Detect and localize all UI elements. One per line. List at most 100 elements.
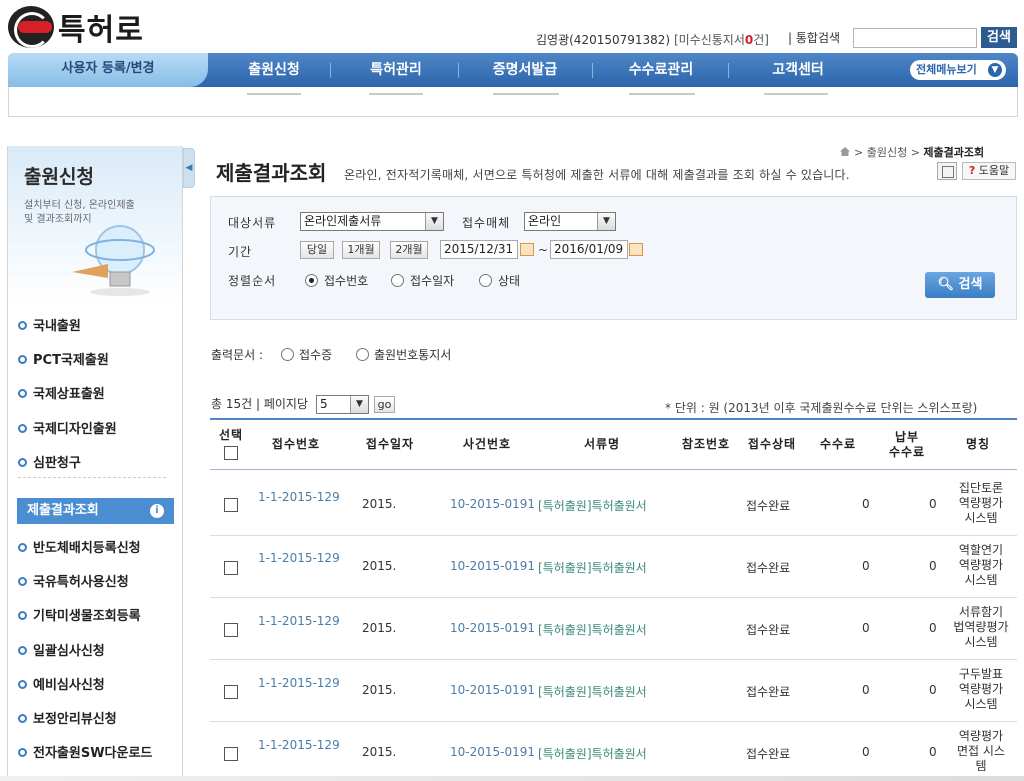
doc-name-link[interactable]: [특허출원]특허출원서 [538,621,647,638]
output-receipt-radio[interactable] [281,348,294,361]
per-page-value: 5 [320,397,328,411]
bullet-ring-icon [18,714,27,723]
nav-item-patent-management[interactable]: 특허관리 [344,53,448,87]
all-menu-button[interactable]: 전체메뉴보기 ▼ [910,60,1006,80]
period-today-button[interactable]: 당일 [300,241,334,259]
column-header-case-no[interactable]: 사건번호 [447,437,527,452]
go-button[interactable]: go [374,396,395,413]
column-header-date[interactable]: 접수일자 [352,437,428,452]
column-header-doc-name[interactable]: 서류명 [560,437,644,452]
home-icon[interactable] [840,147,850,156]
sort-date-radio[interactable] [391,274,404,287]
column-header-title[interactable]: 명칭 [950,437,1006,452]
receipt-status: 접수완료 [746,561,791,575]
sidebar-item-state-patent[interactable]: 국유특허사용신청 [18,571,129,590]
filter-search-button[interactable]: 🔍︎ 검색 [925,272,995,298]
case-no-link[interactable]: 10-2015-0191 [450,683,535,697]
column-header-status[interactable]: 접수상태 [740,437,804,452]
media-value: 온라인 [528,214,562,228]
media-label: 접수매체 [462,216,511,230]
media-select[interactable]: 온라인 ▼ [524,212,616,231]
global-search-label: | 통합검색 [788,31,841,45]
sidebar-item-pct[interactable]: PCT국제출원 [18,349,109,368]
sidebar-item-intl-design[interactable]: 국제디자인출원 [18,418,117,437]
page-description: 온라인, 전자적기록매체, 서면으로 특허청에 제출한 서류에 대해 제출결과를… [344,168,850,182]
date-to-input[interactable]: 2016/01/09 [550,240,628,259]
receipt-no-link[interactable]: 1-1-2015-129 [258,738,340,752]
nav-item-application[interactable]: 출원신청 [222,53,326,87]
select-all-checkbox[interactable] [224,446,238,460]
sidebar-item-label: PCT국제출원 [33,353,109,368]
application-title: 서류함기 법역량평가 시스템 [953,605,1009,649]
nav-item-certificate[interactable]: 증명서발급 [468,53,582,87]
sidebar-item-sw-download[interactable]: 전자출원SW다운로드 [18,742,152,761]
unread-notice-count[interactable]: 0 [745,33,753,47]
row-divider [210,721,1017,722]
case-no-link[interactable]: 10-2015-0191 [450,497,535,511]
chevron-down-icon: ▼ [597,213,615,230]
doc-name-link[interactable]: [특허출원]특허출원서 [538,559,647,576]
help-button[interactable]: ? 도움말 [962,162,1016,180]
doc-type-select[interactable]: 온라인제출서류 ▼ [300,212,444,231]
receipt-no-link[interactable]: 1-1-2015-129 [258,490,340,504]
receipt-status: 접수완료 [746,747,791,761]
receipt-no-link[interactable]: 1-1-2015-129 [258,551,340,565]
sub-nav-bar [8,87,1018,117]
logo[interactable]: 특허로 [8,6,158,48]
print-icon[interactable] [937,162,957,180]
sidebar-header: 출원신청 설치부터 신청, 온라인제출 및 결과조회까지 [8,146,182,301]
sidebar-item-amendment-review[interactable]: 보정안리뷰신청 [18,708,117,727]
case-no-link[interactable]: 10-2015-0191 [450,621,535,635]
doc-name-link[interactable]: [특허출원]특허출원서 [538,683,647,700]
calendar-icon[interactable] [520,243,534,256]
sidebar-item-trial[interactable]: 심판청구 [18,452,81,471]
chevron-down-icon: ▼ [425,213,443,230]
breadcrumb-item[interactable]: 출원신청 [867,146,907,159]
sort-receipt-no-radio[interactable] [305,274,318,287]
per-page-select[interactable]: 5 ▼ [316,395,369,414]
period-2month-button[interactable]: 2개월 [390,241,428,259]
sidebar-item-microorganism[interactable]: 기탁미생물조회등록 [18,605,141,624]
case-no-link[interactable]: 10-2015-0191 [450,559,535,573]
sidebar-collapse-icon[interactable]: ◀ [183,148,195,188]
bottom-scroll-edge [0,776,1024,781]
calendar-icon[interactable] [629,243,643,256]
doc-name-link[interactable]: [특허출원]특허출원서 [538,497,647,514]
column-header-fee[interactable]: 수수료 [812,437,864,452]
row-checkbox[interactable] [224,498,238,512]
row-checkbox[interactable] [224,747,238,761]
date-from-input[interactable]: 2015/12/31 [440,240,518,259]
sidebar-item-label: 일괄심사신청 [33,644,105,659]
output-number-notice-radio[interactable] [356,348,369,361]
sidebar-item-batch-exam[interactable]: 일괄심사신청 [18,640,105,659]
logo-text: 특허로 [58,13,144,48]
column-header-ref-no[interactable]: 참조번호 [674,437,738,452]
row-checkbox[interactable] [224,561,238,575]
sidebar-item-preliminary-exam[interactable]: 예비심사신청 [18,674,105,693]
nav-item-fee-management[interactable]: 수수료관리 [604,53,718,87]
receipt-status: 접수완료 [746,623,791,637]
question-icon: ? [968,164,976,177]
receipt-date: 2015. [362,497,397,511]
receipt-no-link[interactable]: 1-1-2015-129 [258,614,340,628]
period-1month-button[interactable]: 1개월 [342,241,380,259]
column-header-receipt-no[interactable]: 접수번호 [258,437,334,452]
unread-notice-label[interactable]: [미수신통지서 [674,33,745,47]
sort-status-radio[interactable] [479,274,492,287]
sidebar-item-intl-trademark[interactable]: 국제상표출원 [18,383,105,402]
doc-name-link[interactable]: [특허출원]특허출원서 [538,745,647,762]
sidebar-item-domestic[interactable]: 국내출원 [18,315,81,334]
row-checkbox[interactable] [224,623,238,637]
column-header-paid-fee[interactable]: 납부 수수료 [880,430,934,460]
row-checkbox[interactable] [224,685,238,699]
global-search-input[interactable] [853,28,977,48]
nav-item-user-registration[interactable]: 사용자 등록/변경 [8,53,208,87]
bullet-ring-icon [18,321,27,330]
global-search-button[interactable]: 검색 [981,27,1017,48]
sidebar-item-submission-result[interactable]: 제출결과조회 i [17,498,174,524]
case-no-link[interactable]: 10-2015-0191 [450,745,535,759]
receipt-no-link[interactable]: 1-1-2015-129 [258,676,340,690]
nav-item-customer-center[interactable]: 고객센터 [743,53,853,87]
output-option-label: 출원번호통지서 [374,348,452,362]
sidebar-item-semiconductor[interactable]: 반도체배치등록신청 [18,537,141,556]
